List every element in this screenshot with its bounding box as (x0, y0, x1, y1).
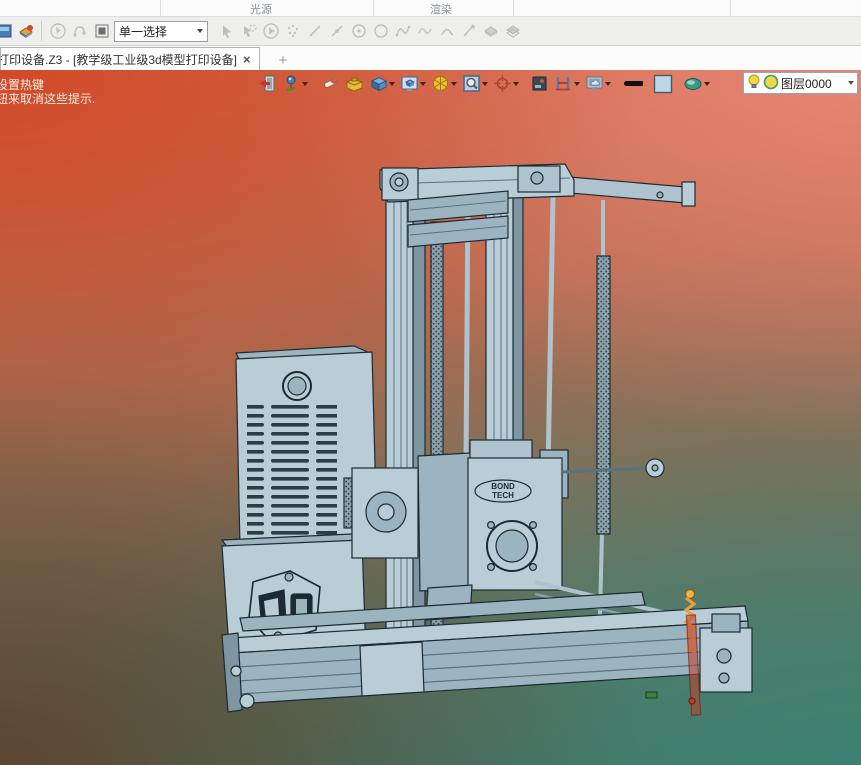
iso-box-icon[interactable] (481, 22, 500, 41)
document-tab-label: 打印设备.Z3 - [教学级工业级3d模型打印设备] (0, 52, 238, 67)
model-badge-line1: BOND (491, 482, 515, 491)
toolbar-separator (41, 21, 42, 41)
circle-center-icon[interactable] (349, 22, 368, 41)
3d-printer-model[interactable]: BOND TECH (0, 70, 861, 765)
printer-geometry: BOND TECH (220, 163, 753, 716)
ribbon-group-light: 光源 (250, 4, 272, 16)
chain-select-icon[interactable] (70, 22, 89, 41)
close-icon[interactable]: × (243, 52, 251, 67)
new-tab-button[interactable]: + (272, 50, 294, 70)
pen-icon[interactable] (459, 22, 478, 41)
circle-icon[interactable] (371, 22, 390, 41)
iso-box-alt-icon[interactable] (503, 22, 522, 41)
chevron-down-icon (197, 29, 203, 33)
arc-icon[interactable] (437, 22, 456, 41)
line-icon[interactable] (305, 22, 324, 41)
model-badge-line2: TECH (492, 491, 514, 500)
ribbon-separator (730, 0, 731, 16)
viewport-style-icon[interactable] (16, 22, 35, 41)
document-tab[interactable]: 打印设备.Z3 - [教学级工业级3d模型打印设备] × (0, 47, 260, 70)
ribbon-separator (373, 0, 374, 16)
point-cloud-icon[interactable] (283, 22, 302, 41)
ribbon-separator (160, 0, 161, 16)
ribbon-separator (513, 0, 514, 16)
cursor-icon[interactable] (217, 22, 236, 41)
document-tab-bar: 打印设备.Z3 - [教学级工业级3d模型打印设备] × + (0, 46, 861, 70)
selection-mode-value: 单一选择 (119, 24, 168, 39)
selection-toolbar: 单一选择 (0, 17, 861, 46)
region-select-icon[interactable] (92, 22, 111, 41)
wave-icon[interactable] (415, 22, 434, 41)
orbit-select-icon[interactable] (48, 22, 67, 41)
spline-icon[interactable] (393, 22, 412, 41)
polyline-icon[interactable] (327, 22, 346, 41)
play-icon[interactable] (261, 22, 280, 41)
3d-viewport[interactable]: 设置热键 钮来取消这些提示. 图层0000 BOND TECH (0, 70, 861, 765)
selection-mode-combo[interactable]: 单一选择 (114, 20, 208, 42)
window-manager-icon[interactable] (0, 22, 13, 41)
ribbon-group-row: 光源 渲染 (0, 0, 861, 17)
smart-pick-icon[interactable] (239, 22, 258, 41)
ribbon-group-render: 渲染 (430, 4, 452, 16)
